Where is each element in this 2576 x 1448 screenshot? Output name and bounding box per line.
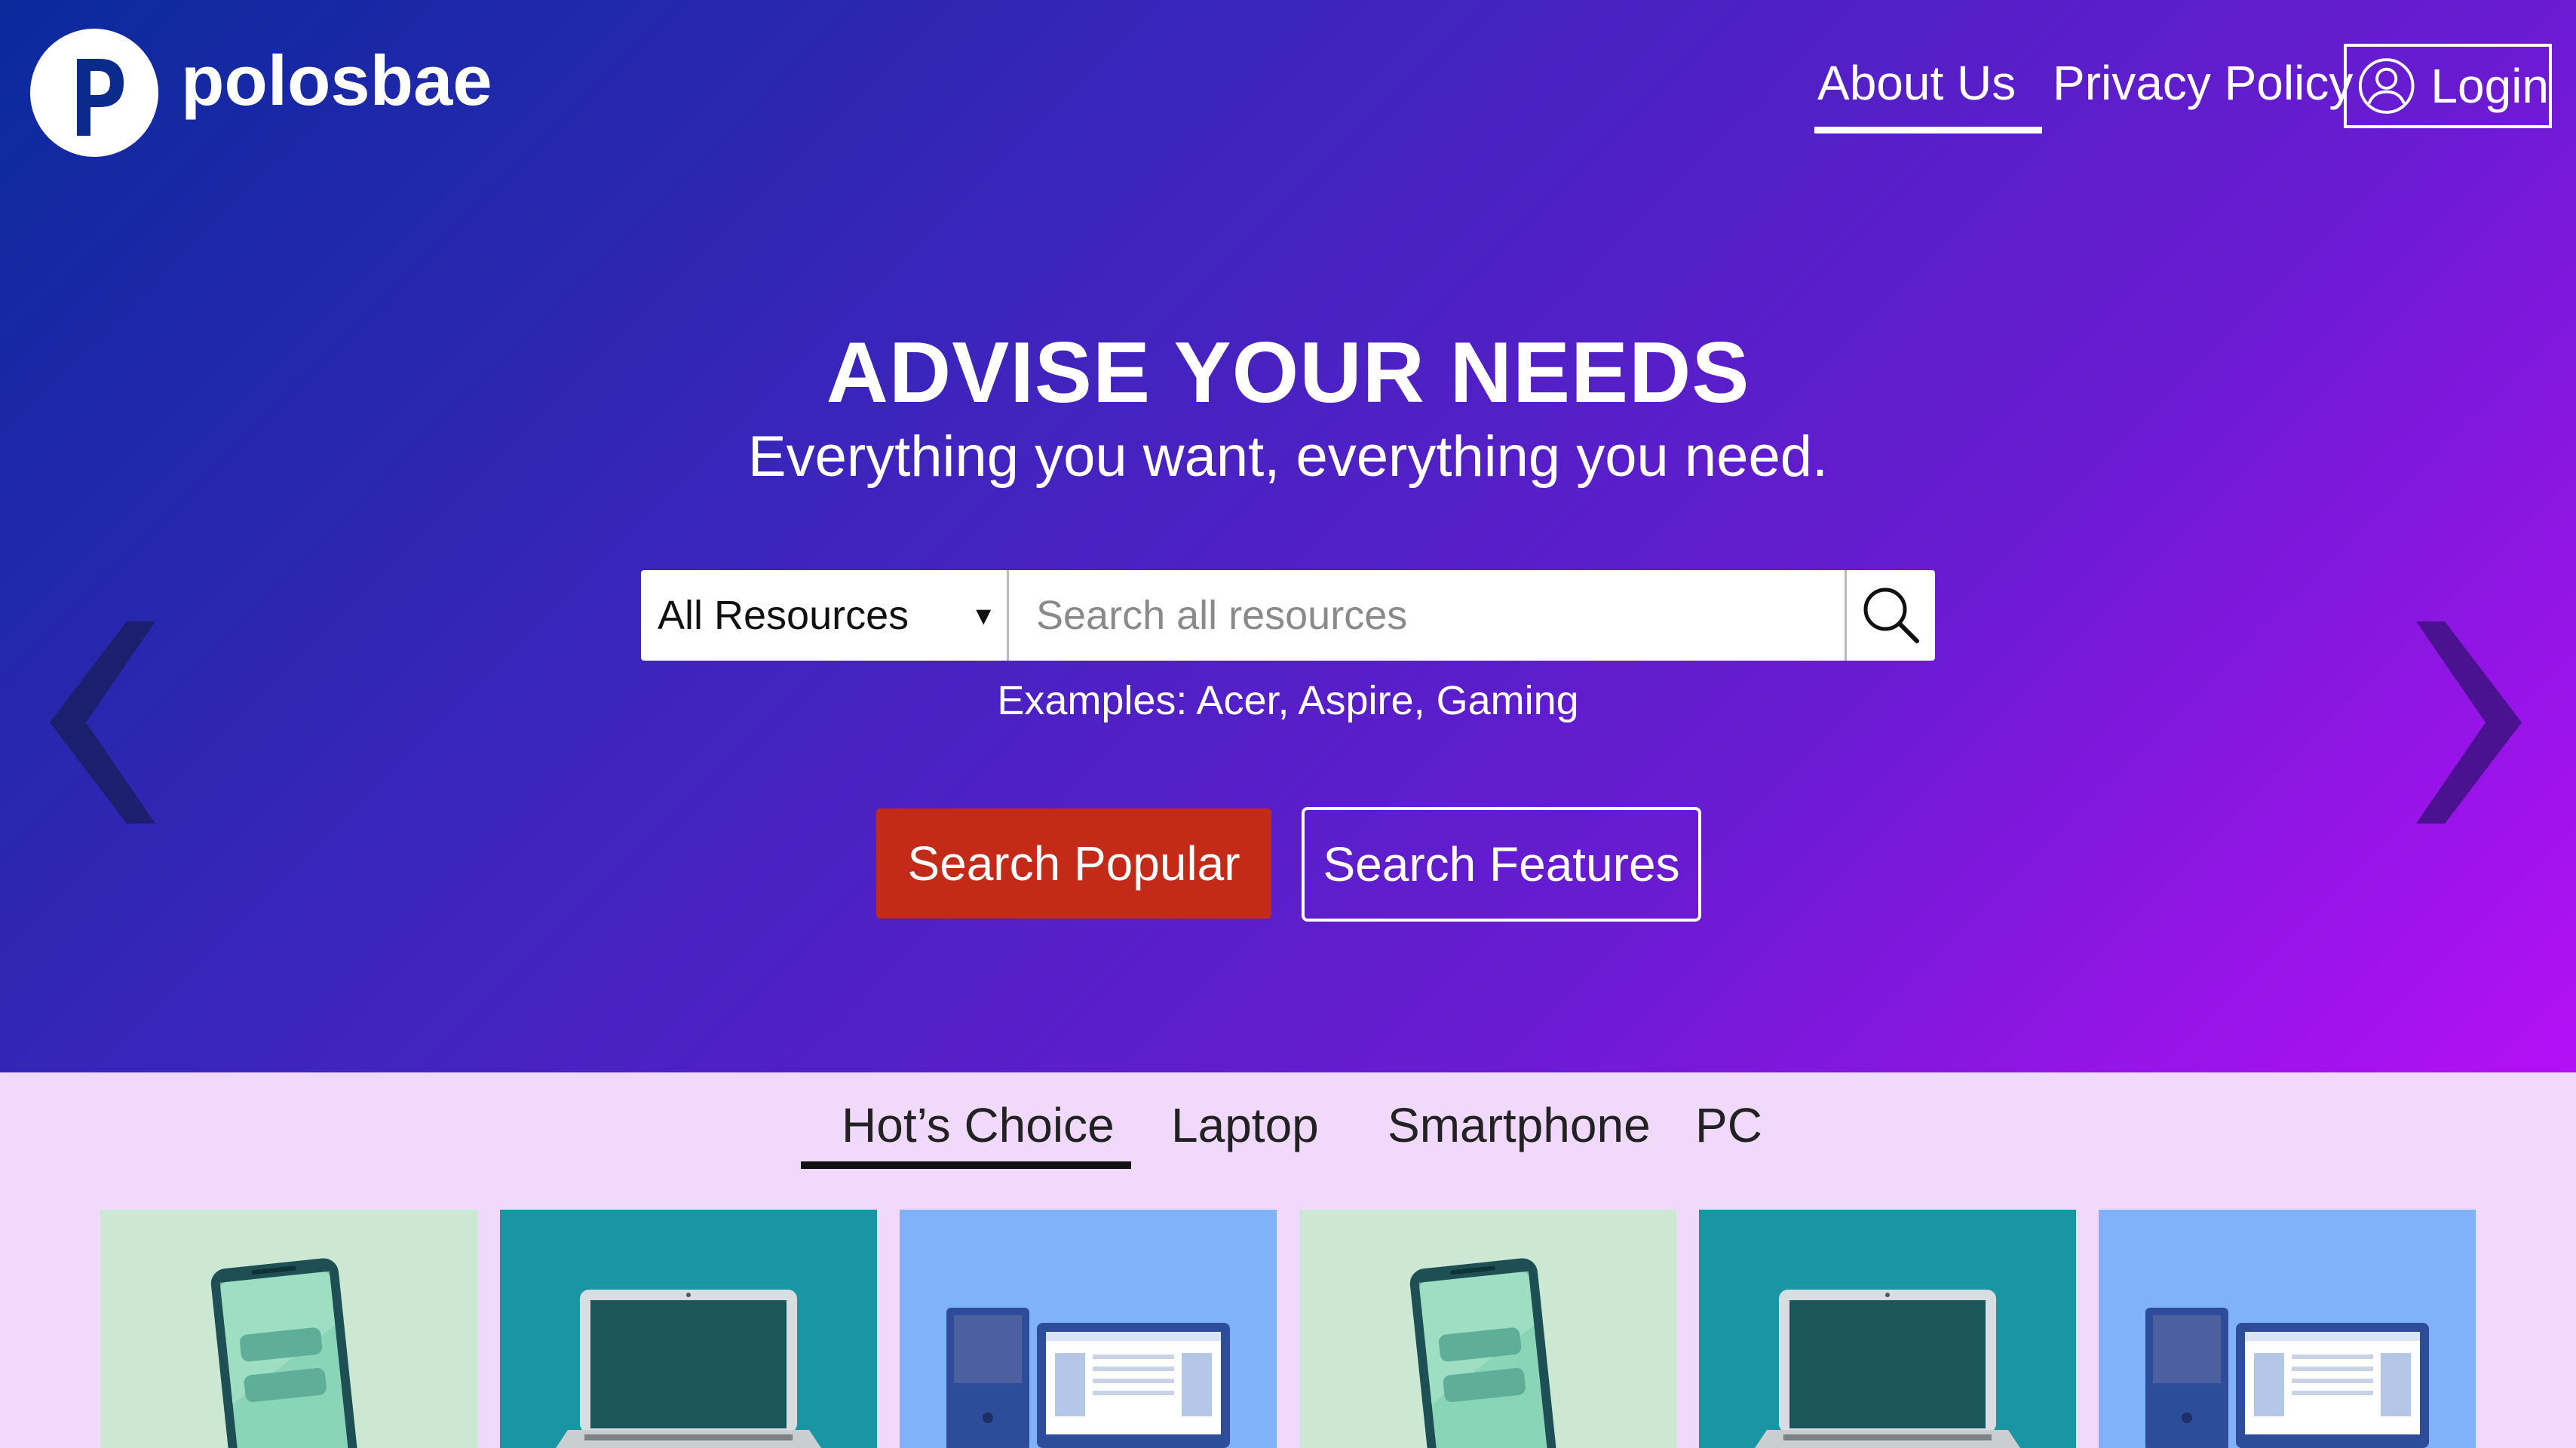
product-card-pc[interactable]	[2099, 1210, 2476, 1448]
hero-headline: ADVISE YOUR NEEDS	[826, 325, 1750, 421]
desktop-pc-icon	[946, 1308, 1230, 1448]
desktop-pc-icon	[2145, 1308, 2429, 1448]
search-submit-button[interactable]	[1845, 570, 1935, 661]
nav-active-indicator	[1814, 127, 2042, 133]
hero-banner: polosbae About Us Privacy Policy Login A…	[0, 0, 2576, 1072]
hero-subheadline: Everything you want, everything you need…	[747, 425, 1829, 489]
chevron-left-icon[interactable]	[42, 617, 163, 828]
nav-privacy-policy[interactable]: Privacy Policy	[2053, 59, 2353, 107]
product-card-smartphone[interactable]	[1299, 1210, 1676, 1448]
tab-laptop[interactable]: Laptop	[1171, 1101, 1319, 1149]
user-icon	[2358, 58, 2415, 114]
tab-active-indicator	[801, 1161, 1131, 1169]
search-input[interactable]	[1009, 570, 1845, 661]
category-select[interactable]: All Resources ▼	[641, 570, 1009, 661]
logo-p-icon	[77, 59, 124, 136]
category-tabs: Hot’s Choice Laptop Smartphone PC	[0, 1072, 2576, 1170]
login-button[interactable]: Login	[2344, 44, 2552, 128]
category-select-value: All Resources	[658, 593, 909, 638]
search-examples: Examples: Acer, Aspire, Gaming	[997, 678, 1579, 723]
search-popular-button[interactable]: Search Popular	[876, 808, 1271, 919]
nav-about-us[interactable]: About Us	[1817, 59, 2016, 107]
dropdown-caret-icon: ▼	[971, 602, 996, 630]
product-card-laptop[interactable]	[500, 1210, 877, 1448]
tab-pc[interactable]: PC	[1695, 1101, 1762, 1149]
search-features-button[interactable]: Search Features	[1302, 807, 1701, 922]
login-label: Login	[2430, 59, 2549, 113]
tab-hots-choice[interactable]: Hot’s Choice	[842, 1101, 1115, 1149]
product-card-smartphone[interactable]	[100, 1210, 477, 1448]
search-icon	[1863, 587, 1919, 643]
search-bar: All Resources ▼	[641, 570, 1935, 661]
logo[interactable]	[30, 29, 158, 157]
chevron-right-icon[interactable]	[2409, 617, 2529, 828]
laptop-icon	[1755, 1290, 2020, 1448]
product-card-laptop[interactable]	[1699, 1210, 2076, 1448]
smartphone-icon	[1409, 1258, 1559, 1448]
laptop-icon	[556, 1290, 821, 1448]
smartphone-icon	[210, 1258, 360, 1448]
brand-name[interactable]: polosbae	[181, 45, 492, 116]
tab-smartphone[interactable]: Smartphone	[1388, 1101, 1651, 1149]
product-card-pc[interactable]	[900, 1210, 1277, 1448]
